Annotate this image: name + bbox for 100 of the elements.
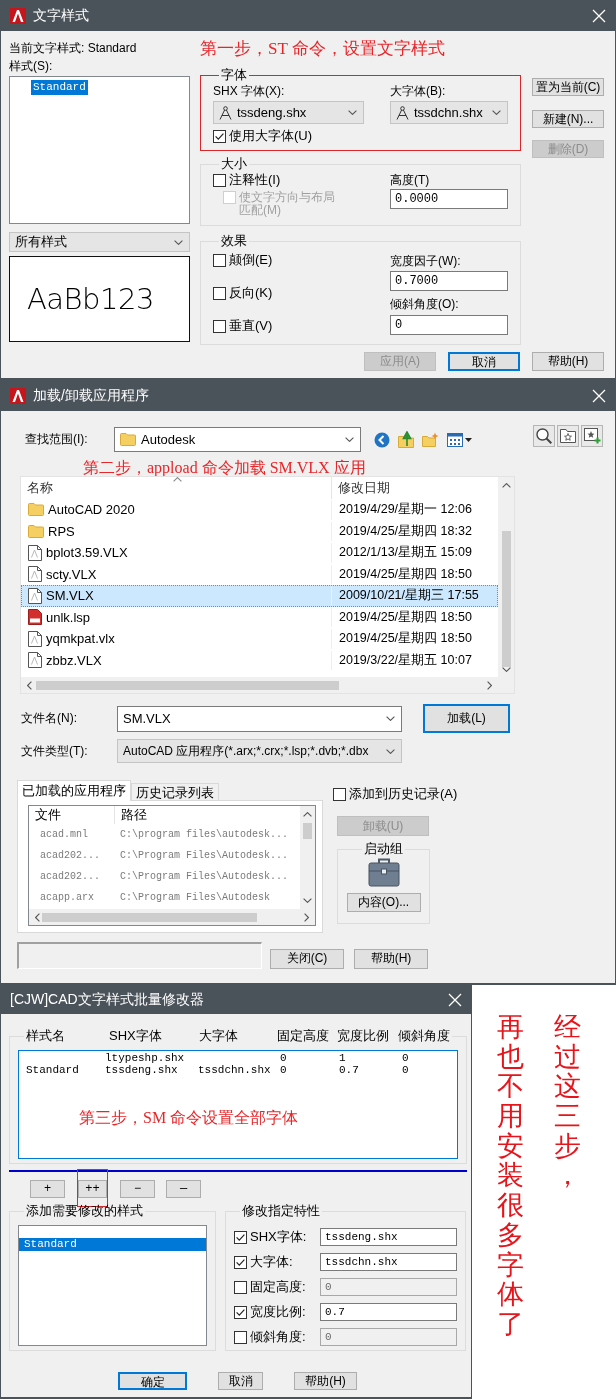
file-name-field[interactable]: SM.VLX (117, 705, 402, 732)
cancel-button[interactable]: 取消 (448, 352, 520, 371)
file-name: SM.VLX (46, 588, 94, 604)
tab[interactable]: 历史记录列表 (131, 783, 219, 801)
close-icon[interactable] (592, 8, 606, 23)
column-header[interactable]: 名称 (21, 477, 332, 499)
close-button[interactable]: 关闭(C) (270, 948, 344, 969)
table-cell-text: C:\Program Files\Autodesk... (119, 850, 289, 861)
back-icon[interactable] (374, 431, 390, 448)
preview-text: AaBb123 (27, 282, 154, 316)
checkbox[interactable] (213, 286, 226, 300)
checkbox[interactable] (234, 1305, 247, 1319)
vertical-scrollbar[interactable] (300, 806, 315, 909)
list-item[interactable]: Standard (19, 1238, 206, 1251)
chevron-right-icon[interactable] (487, 680, 492, 690)
scrollbar-thumb[interactable] (303, 823, 312, 839)
help-button[interactable]: 帮助(H) (532, 352, 604, 371)
file-date: 2019/4/25/星期四 18:50 (338, 608, 472, 626)
chevron-up-icon[interactable] (303, 812, 312, 817)
folder-icon (28, 503, 44, 517)
height-field[interactable]: 0.0000 (390, 189, 508, 209)
checkbox[interactable] (234, 1280, 247, 1294)
chevron-left-icon[interactable] (35, 912, 40, 922)
file-row[interactable]: RPS 2019/4/25/星期四 18:32 (21, 520, 498, 542)
folder-up-icon[interactable] (398, 431, 414, 448)
checkbox[interactable] (213, 173, 226, 187)
window-title: 加载/卸载应用程序 (33, 386, 150, 405)
checkmark-icon (236, 1308, 245, 1316)
help-button[interactable]: 帮助(H) (294, 1372, 357, 1390)
file-row[interactable]: bplot3.59.VLX 2012/1/13/星期五 15:09 (21, 542, 498, 564)
look-in-dropdown[interactable]: Autodesk (114, 427, 361, 452)
help-button[interactable]: 帮助(H) (354, 948, 428, 969)
column-header[interactable]: 路径 (115, 806, 300, 824)
new-button[interactable]: 新建(N)... (532, 110, 604, 128)
checkbox[interactable] (234, 1255, 247, 1269)
checkbox[interactable] (234, 1330, 247, 1344)
set-current-button[interactable]: 置为当前(C) (532, 78, 604, 96)
view-menu-button[interactable] (447, 432, 472, 447)
chevron-up-icon[interactable] (501, 483, 511, 488)
chevron-down-icon[interactable] (501, 667, 511, 672)
table-cell-text: C:\Program Files\Autodesk (119, 892, 271, 903)
checkmark-icon (236, 1233, 245, 1241)
value-field[interactable]: tssdchn.shx (320, 1253, 457, 1271)
load-button[interactable]: 加载(L) (423, 704, 510, 733)
file-row[interactable]: scty.VLX 2019/4/25/星期四 18:50 (21, 563, 498, 585)
checkbox[interactable] (213, 319, 226, 333)
scrollbar-thumb[interactable] (42, 912, 257, 922)
chevron-right-icon[interactable] (304, 912, 309, 922)
add-button[interactable]: + (30, 1180, 65, 1198)
oblique-angle-field[interactable]: 0 (390, 315, 508, 335)
file-name: AutoCAD 2020 (48, 502, 135, 518)
shx-font-dropdown[interactable]: tssdeng.shx (213, 101, 364, 124)
width-factor-field[interactable]: 0.7000 (390, 271, 508, 291)
horizontal-scrollbar[interactable] (29, 909, 315, 925)
column-header[interactable]: 修改日期 (332, 477, 498, 499)
file-row[interactable]: zbbz.VLX 2019/3/22/星期五 10:07 (21, 649, 498, 671)
file-row[interactable]: AutoCAD 2020 2019/4/29/星期一 12:06 (21, 499, 498, 521)
value-field[interactable]: 0 (320, 1278, 457, 1296)
chevron-down-icon[interactable] (303, 898, 312, 903)
file-row[interactable]: yqmkpat.vlx 2019/4/25/星期四 18:50 (21, 628, 498, 650)
list-item[interactable]: Standard (31, 80, 88, 95)
tab[interactable]: 已加载的应用程序 (17, 780, 131, 801)
chevron-left-icon[interactable] (27, 680, 32, 690)
remove-all-button[interactable]: — (166, 1180, 201, 1198)
column-header: 固定高度 (277, 1028, 330, 1044)
document-icon (28, 652, 42, 669)
search-button[interactable] (533, 425, 555, 447)
chevron-down-icon (345, 437, 354, 442)
file-row[interactable]: unlk.lsp 2019/4/25/星期四 18:50 (21, 606, 498, 628)
favorites-button[interactable] (557, 425, 579, 447)
checkbox[interactable] (213, 129, 226, 143)
add-all-button[interactable]: ++ (78, 1180, 107, 1198)
ok-button[interactable]: 确定 (118, 1372, 187, 1390)
value-field[interactable]: tssdeng.shx (320, 1228, 457, 1246)
file-date: 2019/4/25/星期四 18:50 (338, 630, 472, 648)
column-header[interactable]: 文件 (29, 806, 115, 824)
contents-button[interactable]: 内容(O)... (346, 893, 421, 912)
horizontal-scrollbar[interactable] (21, 677, 498, 693)
style-filter-dropdown[interactable]: 所有样式 (9, 232, 190, 252)
chevron-down-icon (174, 239, 183, 245)
scrollbar-thumb[interactable] (501, 531, 511, 667)
file-row[interactable]: SM.VLX 2009/10/21/星期三 17:55 (21, 585, 498, 607)
checkbox[interactable] (234, 1230, 247, 1244)
scrollbar-thumb[interactable] (36, 680, 339, 690)
value-field[interactable]: 0.7 (320, 1303, 457, 1321)
remove-button[interactable]: − (120, 1180, 155, 1198)
checkbox[interactable] (213, 253, 226, 267)
value-field[interactable]: 0 (320, 1328, 457, 1346)
close-icon[interactable] (592, 388, 606, 403)
add-favorite-button[interactable] (581, 425, 603, 447)
file-type-dropdown[interactable]: AutoCAD 应用程序(*.arx;*.crx;*.lsp;*.dvb;*.dbx (117, 739, 402, 763)
vertical-scrollbar[interactable] (498, 477, 514, 677)
cancel-button[interactable]: 取消 (218, 1372, 263, 1390)
big-font-dropdown[interactable]: tssdchn.shx (390, 101, 508, 124)
grid-view-icon (447, 432, 463, 447)
close-icon[interactable] (448, 992, 462, 1007)
table-cell: ltypeshp.shx (105, 1052, 185, 1064)
checkmark-icon (236, 1258, 245, 1266)
field-label: SHX 字体(X): (213, 83, 286, 99)
checkbox[interactable] (333, 787, 346, 801)
